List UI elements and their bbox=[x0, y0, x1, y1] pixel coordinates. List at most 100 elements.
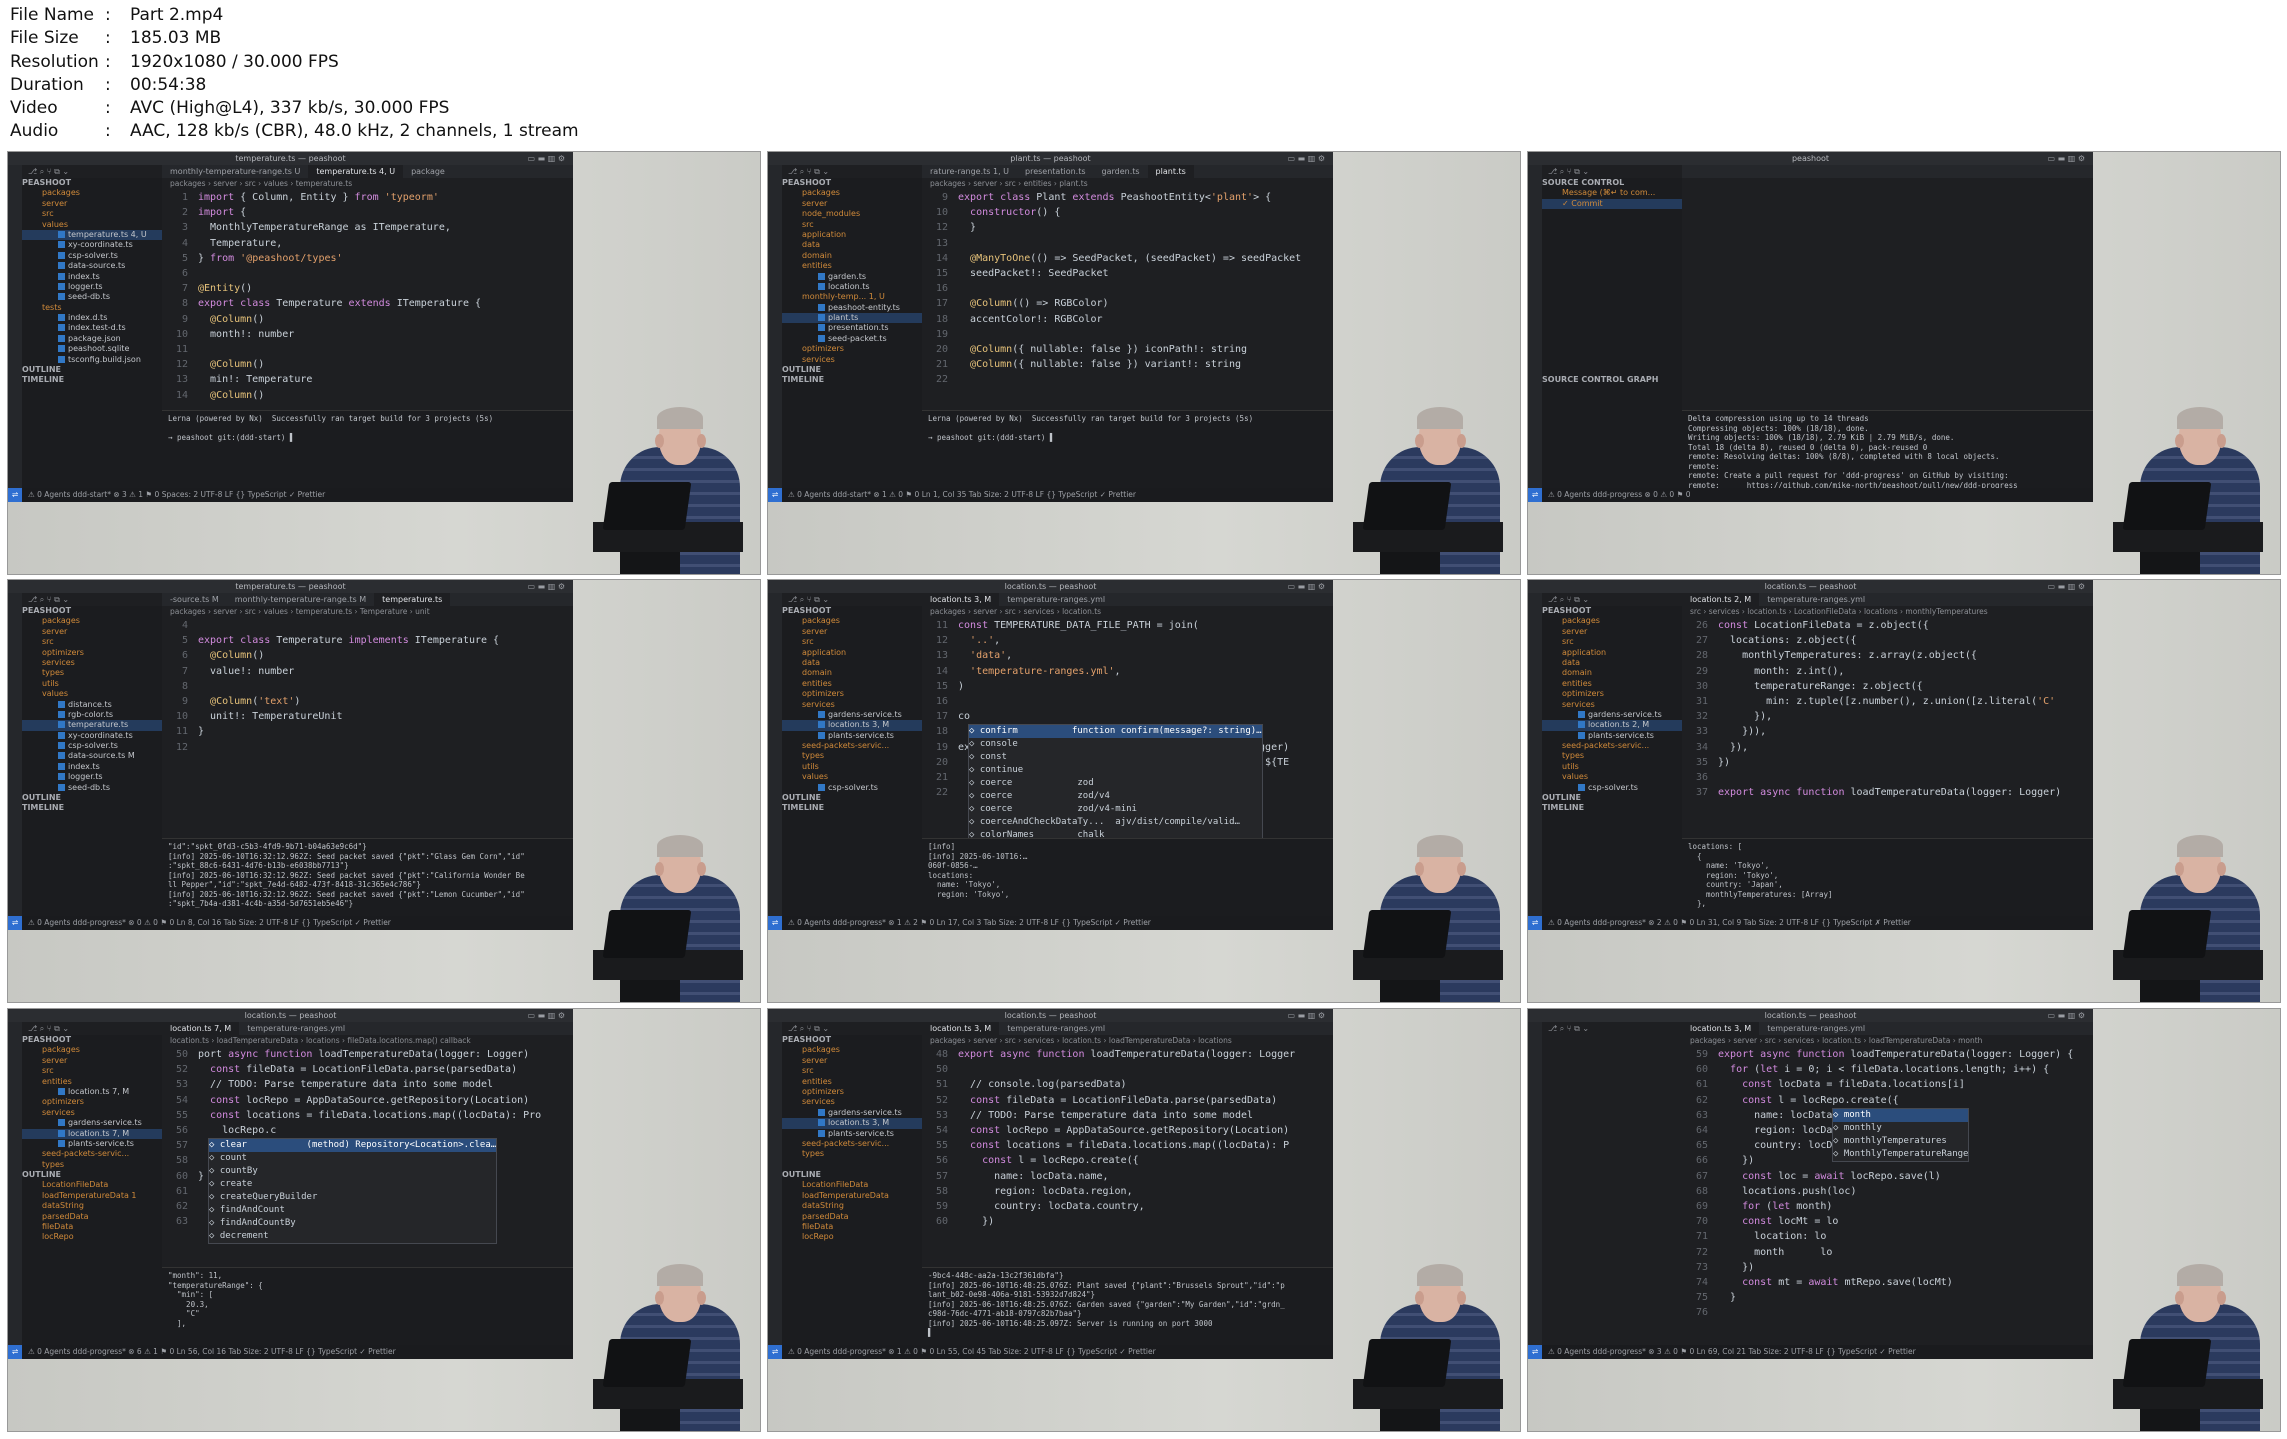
autocomplete-item[interactable]: ◇ decrement bbox=[209, 1230, 496, 1243]
sidebar-item[interactable]: gardens-service.ts bbox=[782, 1108, 922, 1118]
sidebar-item[interactable]: seed-packet.ts bbox=[782, 334, 922, 344]
editor-tab[interactable]: monthly-temperature-range.ts U bbox=[162, 165, 308, 178]
sidebar-item[interactable]: garden.ts bbox=[782, 272, 922, 282]
sidebar-item[interactable]: csp-solver.ts bbox=[22, 741, 162, 751]
editor-tab[interactable]: -source.ts M bbox=[162, 593, 227, 606]
sidebar-item[interactable] bbox=[1542, 282, 1682, 292]
editor-tab[interactable]: temperature-ranges.yml bbox=[1759, 593, 1873, 606]
sidebar-item[interactable]: packages bbox=[782, 616, 922, 626]
remote-indicator[interactable]: ⇌ bbox=[768, 488, 782, 502]
editor-tab[interactable]: plant.ts bbox=[1147, 165, 1194, 178]
sidebar-item[interactable]: services bbox=[782, 355, 922, 365]
sidebar-item[interactable]: index.test-d.ts bbox=[22, 323, 162, 333]
remote-indicator[interactable]: ⇌ bbox=[768, 1345, 782, 1359]
sidebar-item[interactable]: seed-db.ts bbox=[22, 783, 162, 793]
remote-indicator[interactable]: ⇌ bbox=[1528, 916, 1542, 930]
sidebar-item[interactable]: PEASHOOT bbox=[782, 606, 922, 616]
code-editor[interactable]: 48 export async function loadTemperatureD… bbox=[922, 1047, 1333, 1229]
sidebar-item[interactable]: OUTLINE bbox=[782, 793, 922, 803]
sidebar-item[interactable]: values bbox=[782, 772, 922, 782]
sidebar-item[interactable]: plants-service.ts bbox=[782, 1129, 922, 1139]
sidebar-item[interactable]: peashoot-entity.ts bbox=[782, 303, 922, 313]
sidebar-item[interactable]: location.ts 2, M bbox=[1542, 720, 1682, 731]
sidebar-item[interactable] bbox=[1542, 261, 1682, 271]
sidebar-item[interactable]: presentation.ts bbox=[782, 323, 922, 333]
sidebar-item[interactable]: server bbox=[782, 1056, 922, 1066]
sidebar-item[interactable]: packages bbox=[22, 616, 162, 626]
sidebar-item[interactable]: LocationFileData bbox=[22, 1180, 162, 1190]
sidebar-item[interactable]: types bbox=[782, 751, 922, 761]
sidebar-item[interactable]: packages bbox=[1542, 616, 1682, 626]
sidebar-item[interactable]: csp-solver.ts bbox=[22, 251, 162, 261]
sidebar-item[interactable]: packages bbox=[782, 188, 922, 198]
sidebar-item[interactable]: csp-solver.ts bbox=[1542, 783, 1682, 793]
sidebar-item[interactable] bbox=[1542, 344, 1682, 354]
sidebar-item[interactable]: logger.ts bbox=[22, 772, 162, 782]
sidebar-item[interactable]: utils bbox=[782, 762, 922, 772]
sidebar-item[interactable]: services bbox=[782, 700, 922, 710]
code-editor[interactable]: 1 import { Column, Entity } from 'typeorm… bbox=[162, 190, 573, 403]
sidebar-item[interactable]: server bbox=[22, 627, 162, 637]
code-editor[interactable]: 4 5 export class Temperature implements IT… bbox=[162, 618, 573, 755]
sidebar-item[interactable]: server bbox=[22, 199, 162, 209]
code-editor[interactable]: 9 export class Plant extends PeashootEnti… bbox=[922, 190, 1333, 388]
sidebar-item[interactable]: data bbox=[782, 240, 922, 250]
sidebar-item[interactable]: src bbox=[22, 1066, 162, 1076]
sidebar-item[interactable] bbox=[1542, 334, 1682, 344]
sidebar-item[interactable]: entities bbox=[22, 1077, 162, 1087]
sidebar-item[interactable] bbox=[1542, 251, 1682, 261]
sidebar-item[interactable] bbox=[782, 1160, 922, 1170]
terminal-panel[interactable]: Delta compression using up to 14 threads… bbox=[1682, 410, 2093, 488]
autocomplete-item[interactable]: ◇ findAndCount bbox=[209, 1204, 496, 1217]
sidebar-item[interactable]: application bbox=[782, 648, 922, 658]
sidebar-item[interactable]: dataString bbox=[782, 1201, 922, 1211]
sidebar-item[interactable]: types bbox=[1542, 751, 1682, 761]
sidebar-item[interactable] bbox=[1542, 365, 1682, 375]
sidebar-item[interactable]: PEASHOOT bbox=[1542, 606, 1682, 616]
editor-tab[interactable]: temperature.ts 4, U bbox=[308, 165, 404, 178]
sidebar-item[interactable]: seed-packets-servic... bbox=[1542, 741, 1682, 751]
editor-tab[interactable]: package bbox=[403, 165, 453, 178]
autocomplete-item[interactable]: ◇ confirm function confirm(message?: str… bbox=[969, 725, 1262, 739]
sidebar-item[interactable]: data bbox=[1542, 658, 1682, 668]
sidebar-item[interactable]: monthly-temp... 1, U bbox=[782, 292, 922, 302]
sidebar-item[interactable]: OUTLINE bbox=[22, 793, 162, 803]
remote-indicator[interactable]: ⇌ bbox=[8, 488, 22, 502]
sidebar-item[interactable]: location.ts 7, M bbox=[22, 1087, 162, 1097]
sidebar-item[interactable]: seed-packets-servic... bbox=[782, 741, 922, 751]
terminal-panel[interactable]: "id":"spkt_0fd3-c5b3-4fd9-9b71-b04a63e9c… bbox=[162, 838, 573, 916]
terminal-panel[interactable]: [info] [info] 2025-06-10T16:… 060f-0856-… bbox=[922, 838, 1333, 916]
sidebar-item[interactable]: services bbox=[1542, 700, 1682, 710]
sidebar-item[interactable]: application bbox=[782, 230, 922, 240]
sidebar-item[interactable]: parsedData bbox=[782, 1212, 922, 1222]
editor-tab[interactable]: location.ts 3, M bbox=[922, 593, 1000, 606]
sidebar-item[interactable]: gardens-service.ts bbox=[22, 1118, 162, 1128]
sidebar-item[interactable]: optimizers bbox=[782, 1087, 922, 1097]
sidebar-item[interactable]: temperature.ts bbox=[22, 720, 162, 731]
sidebar-item[interactable]: location.ts 3, M bbox=[782, 1118, 922, 1129]
sidebar-item[interactable]: types bbox=[22, 1160, 162, 1170]
sidebar-item[interactable]: seed-db.ts bbox=[22, 292, 162, 302]
sidebar-item[interactable]: fileData bbox=[782, 1222, 922, 1232]
sidebar-item[interactable]: peashoot.sqlite bbox=[22, 344, 162, 354]
sidebar-item[interactable]: packages bbox=[22, 1045, 162, 1055]
terminal-panel[interactable]: Lerna (powered by Nx) Successfully ran t… bbox=[922, 410, 1333, 488]
sidebar-item[interactable]: services bbox=[22, 658, 162, 668]
sidebar-item[interactable]: packages bbox=[22, 188, 162, 198]
sidebar-item[interactable]: PEASHOOT bbox=[782, 1035, 922, 1045]
sidebar-item[interactable]: LocationFileData bbox=[782, 1180, 922, 1190]
sidebar-item[interactable]: entities bbox=[1542, 679, 1682, 689]
sidebar-item[interactable]: server bbox=[782, 627, 922, 637]
autocomplete-item[interactable]: ◇ continue bbox=[969, 764, 1262, 777]
autocomplete-popup[interactable]: ◇ month ◇ monthly ◇ monthlyTemperatures ◇ M… bbox=[1832, 1107, 1970, 1162]
sidebar-item[interactable]: packages bbox=[782, 1045, 922, 1055]
sidebar-item[interactable] bbox=[1542, 220, 1682, 230]
sidebar-item[interactable]: utils bbox=[22, 679, 162, 689]
code-editor[interactable]: 59 export async function loadTemperatureD… bbox=[1682, 1047, 2093, 1321]
autocomplete-item[interactable]: ◇ clear (method) Repository<Location>.cl… bbox=[209, 1139, 497, 1153]
sidebar-item[interactable]: location.ts bbox=[782, 282, 922, 292]
sidebar-item[interactable]: optimizers bbox=[22, 1097, 162, 1107]
terminal-panel[interactable]: Lerna (powered by Nx) Successfully ran t… bbox=[162, 410, 573, 488]
sidebar-item[interactable]: xy-coordinate.ts bbox=[22, 731, 162, 741]
sidebar-item[interactable]: ✓ Commit bbox=[1542, 198, 1682, 210]
